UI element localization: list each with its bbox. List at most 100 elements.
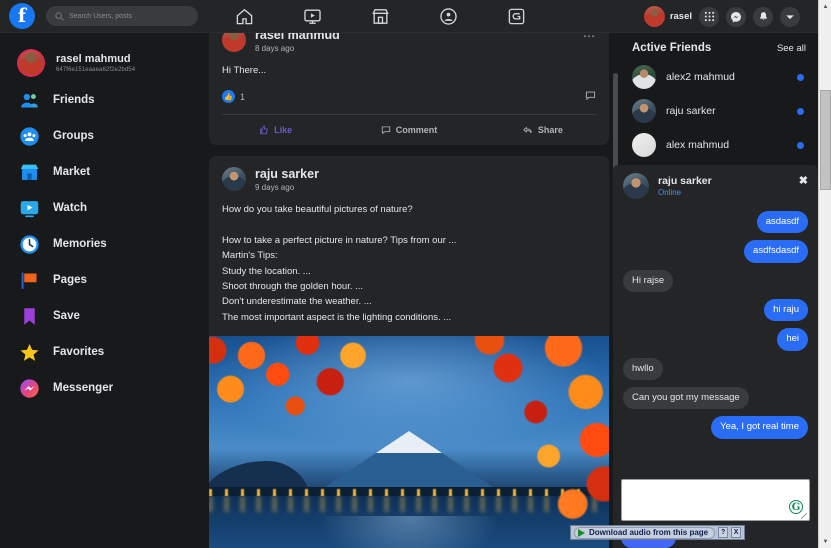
like-button[interactable]: Like [209,120,342,140]
top-navigation-bar: f Search Users, posts rasel [0,0,818,33]
groups-icon [19,126,40,147]
thumbs-up-icon: 👍 [222,90,235,104]
action-label: Share [537,124,563,135]
active-friend-item[interactable]: alex mahmud [618,128,818,162]
nav-gaming-icon[interactable] [504,5,528,29]
active-friends-title: Active Friends [632,42,712,54]
sidebar-item-memories[interactable]: Memories [0,226,200,262]
chat-message: Hi rajse [623,269,674,293]
sidebar-item-market[interactable]: Market [0,154,200,190]
account-chip[interactable]: rasel [643,6,692,27]
sidebar-item-messenger[interactable]: Messenger [0,370,200,406]
grammarly-icon[interactable]: G [789,500,803,514]
scrollbar-thumb[interactable] [820,90,831,190]
close-icon[interactable]: X [731,527,742,538]
chat-message: asdasdf [756,211,808,234]
nav-watch-icon[interactable] [300,5,324,29]
sidebar-item-pages[interactable]: Pages [0,262,200,298]
chat-message: Yea, I got real time [711,416,808,439]
sidebar-item-groups[interactable]: Groups [0,118,200,154]
download-audio-button[interactable]: Download audio from this page [574,526,716,539]
see-all-link[interactable]: See all [777,43,806,54]
avatar [17,49,45,77]
play-icon [578,528,585,537]
avatar [643,6,665,27]
chat-contact-status: Online [658,188,682,198]
friend-name: raju sarker [666,105,716,117]
share-button[interactable]: Share [476,120,609,140]
bell-icon[interactable] [753,6,773,27]
post-author[interactable]: raju sarker [255,167,319,181]
help-icon[interactable]: ? [718,527,729,538]
nav-home-icon[interactable] [232,5,256,29]
chat-message: asdfsdasdf [744,240,808,263]
chat-header: raju sarker Online ✖ [613,165,818,205]
post-timestamp: 9 days ago [255,183,295,193]
bookmark-icon [19,306,40,327]
scroll-down-icon[interactable]: ▼ [819,535,831,548]
avatar[interactable] [623,173,649,199]
sidebar-item-label: Market [53,166,91,178]
chevron-down-icon[interactable] [780,6,800,27]
chat-message-list: asdasdf asdfsdasdf Hi rajse hi raju hei … [613,205,818,473]
messenger-icon [19,378,40,399]
chat-message: hwllo [623,357,663,381]
profile-id: 647f6e151eaaea62f2e2bd54 [56,67,136,74]
search-icon [55,11,64,21]
reaction-count: 1 [240,91,246,102]
download-audio-bar: Download audio from this page ? X [570,525,746,540]
post-options-icon[interactable]: ⋯ [583,33,596,43]
messenger-icon[interactable] [726,6,746,27]
sidebar-item-label: Groups [53,130,94,142]
sidebar-item-label: Friends [53,94,95,106]
facebook-logo-icon[interactable]: f [9,3,35,29]
post-actions: Like Comment Share [209,115,609,145]
avatar[interactable] [222,166,246,191]
nav-marketplace-icon[interactable] [368,5,392,29]
online-status-dot [797,107,804,115]
sidebar-item-save[interactable]: Save [0,298,200,334]
post: rasel mahmud 8 days ago ⋯ Hi There... 👍 … [209,33,609,145]
search-input[interactable] [69,12,189,20]
post-header: raju sarker 9 days ago [209,156,609,192]
chat-contact-name: raju sarker [658,174,712,187]
flag-icon [19,270,40,291]
download-audio-label: Download audio from this page [589,528,709,537]
post-author[interactable]: rasel mahmud [255,33,340,42]
chat-input[interactable]: G [621,479,810,521]
photo-snowcap [376,431,442,454]
news-feed[interactable]: rasel mahmud 8 days ago ⋯ Hi There... 👍 … [200,33,618,548]
active-friend-item[interactable]: alex2 mahmud [618,60,818,94]
top-nav-right: rasel [643,0,800,33]
sidebar-item-watch[interactable]: Watch [0,190,200,226]
avatar[interactable] [222,33,246,52]
sidebar-item-label: Favorites [53,346,105,358]
clock-icon [19,234,40,255]
sidebar-item-favorites[interactable]: Favorites [0,334,200,370]
grid-icon[interactable] [699,6,719,27]
nav-groups-icon[interactable] [436,5,460,29]
comment-icon[interactable] [585,88,596,106]
facebook-clone-app: f Search Users, posts rasel rasel mahmud… [0,0,831,548]
search-box[interactable] [46,6,198,26]
resize-handle[interactable] [801,513,807,519]
active-friend-item[interactable]: raju sarker [618,94,818,128]
post-timestamp: 8 days ago [255,44,295,54]
active-friends-header: Active Friends See all [618,33,818,60]
sidebar-item-label: Pages [53,274,87,286]
post-photo[interactable] [209,336,609,548]
sidebar-profile[interactable]: rasel mahmud 647f6e151eaaea62f2e2bd54 [0,44,200,82]
post-text: Hi There... [222,65,267,77]
avatar [632,99,656,123]
comment-button[interactable]: Comment [342,120,475,140]
browser-scrollbar[interactable]: ▲ ▼ [818,0,831,548]
top-nav-icons [232,0,528,33]
sidebar-item-friends[interactable]: Friends [0,82,200,118]
post-header: rasel mahmud 8 days ago ⋯ [209,33,609,53]
action-label: Comment [395,124,438,135]
chat-popup: raju sarker Online ✖ asdasdf asdfsdasdf … [613,165,818,548]
chat-message: Can you got my message [623,387,749,410]
close-icon[interactable]: ✖ [799,174,808,187]
left-sidebar: rasel mahmud 647f6e151eaaea62f2e2bd54 Fr… [0,33,200,548]
scroll-up-icon[interactable]: ▲ [819,0,831,13]
